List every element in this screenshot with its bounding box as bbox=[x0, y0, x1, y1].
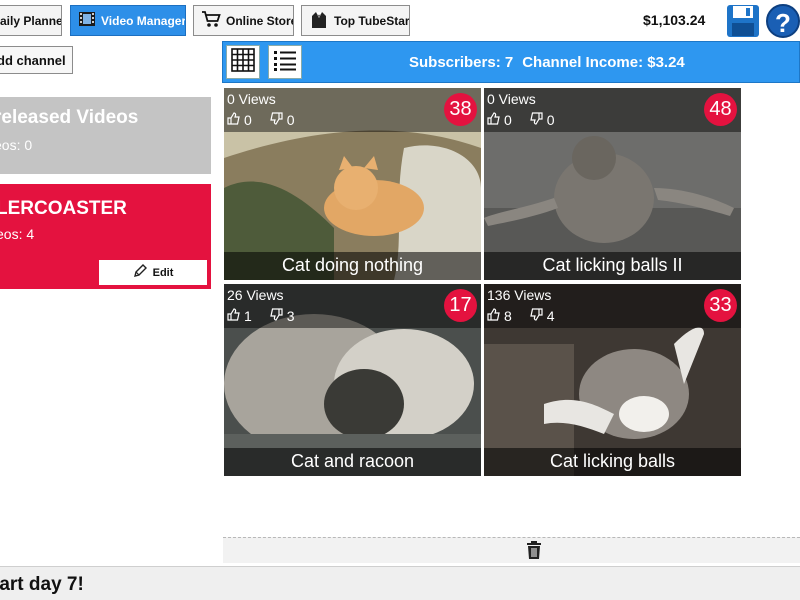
help-button[interactable]: ? bbox=[766, 4, 800, 38]
video-dislikes: 3 bbox=[286, 308, 295, 324]
tuxedo-icon bbox=[309, 9, 329, 32]
thumbs-down-icon bbox=[270, 308, 283, 324]
video-quality-badge: 48 bbox=[704, 93, 737, 126]
thumbs-up-icon bbox=[227, 112, 240, 128]
channel-stats: Subscribers: 7 Channel Income: $3.24 bbox=[409, 54, 694, 71]
video-title: Cat licking balls bbox=[549, 451, 676, 471]
thumbs-down-icon bbox=[530, 308, 543, 324]
video-dislikes: 0 bbox=[286, 112, 295, 128]
video-ratings: 1 3 bbox=[227, 308, 295, 324]
cart-icon bbox=[201, 10, 221, 31]
nav-top-tubestars-label: Top TubeStars bbox=[334, 13, 410, 28]
thumbs-up-icon bbox=[487, 308, 500, 324]
video-views: 0 Views bbox=[227, 91, 276, 107]
nav-video-manager[interactable]: Video Manager bbox=[70, 5, 186, 36]
video-toolbar: Subscribers: 7 Channel Income: $3.24 bbox=[222, 41, 800, 83]
help-icon: ? bbox=[775, 8, 791, 38]
grid-view-icon bbox=[230, 47, 256, 78]
list-view-icon bbox=[272, 47, 298, 78]
video-title: Cat licking balls II bbox=[542, 255, 683, 275]
grid-view-button[interactable] bbox=[226, 45, 260, 79]
video-views: 26 Views bbox=[227, 287, 284, 303]
video-ratings: 0 0 bbox=[227, 112, 295, 128]
nav-top-tubestars[interactable]: Top TubeStars bbox=[301, 5, 410, 36]
thumbs-up-icon bbox=[227, 308, 240, 324]
video-quality-badge: 38 bbox=[444, 93, 477, 126]
thumbs-down-icon bbox=[530, 112, 543, 128]
video-title: Cat doing nothing bbox=[281, 255, 424, 275]
footer-bar: tart day 7! bbox=[0, 566, 800, 600]
video-tile[interactable]: 26 Views 1 3 17 Cat and racoon bbox=[224, 284, 481, 476]
video-title: Cat and racoon bbox=[290, 451, 415, 471]
video-quality-badge: 17 bbox=[444, 289, 477, 322]
save-button[interactable] bbox=[726, 4, 760, 38]
pencil-icon bbox=[133, 264, 147, 281]
channel-video-count: eos: 0 bbox=[0, 137, 33, 153]
channel-card-rollercoaster[interactable]: LERCOASTER eos: 4 Edit bbox=[0, 184, 211, 289]
channel-income: Channel Income: $3.24 bbox=[522, 54, 685, 71]
nav-daily-planner[interactable]: aily Planner bbox=[0, 5, 62, 36]
edit-channel-button[interactable]: Edit bbox=[99, 260, 207, 285]
video-likes: 0 bbox=[244, 112, 252, 128]
video-likes: 1 bbox=[244, 308, 252, 324]
channel-card-unreleased[interactable]: released Videos eos: 0 bbox=[0, 97, 211, 174]
video-ratings: 8 4 bbox=[487, 308, 555, 324]
channel-name: released Videos bbox=[0, 107, 139, 128]
nav-video-manager-label: Video Manager bbox=[101, 13, 186, 28]
video-views: 0 Views bbox=[487, 91, 536, 107]
thumbs-down-icon bbox=[270, 112, 283, 128]
add-channel-label: dd channel bbox=[0, 52, 66, 68]
video-dislikes: 0 bbox=[546, 112, 555, 128]
video-ratings: 0 0 bbox=[487, 112, 555, 128]
subscribers-count: Subscribers: 7 bbox=[409, 54, 514, 71]
video-tile[interactable]: 0 Views 0 0 48 Cat licking balls II bbox=[484, 88, 741, 280]
money-balance: $1,103.24 bbox=[643, 12, 706, 28]
video-quality-badge: 33 bbox=[704, 289, 737, 322]
channel-name: LERCOASTER bbox=[0, 198, 127, 219]
channel-video-count: eos: 4 bbox=[0, 226, 35, 242]
video-likes: 8 bbox=[504, 308, 512, 324]
video-likes: 0 bbox=[504, 112, 512, 128]
trash-icon bbox=[525, 540, 543, 565]
start-day-button[interactable]: tart day 7! bbox=[0, 574, 84, 596]
floppy-disk-icon bbox=[726, 5, 760, 42]
video-views: 136 Views bbox=[487, 287, 552, 303]
list-view-button[interactable] bbox=[268, 45, 302, 79]
trash-drop-zone[interactable] bbox=[223, 537, 800, 563]
nav-online-store-label: Online Store bbox=[226, 13, 294, 28]
nav-online-store[interactable]: Online Store bbox=[193, 5, 294, 36]
thumbs-up-icon bbox=[487, 112, 500, 128]
nav-daily-planner-label: aily Planner bbox=[0, 13, 62, 28]
video-tile[interactable]: 136 Views 8 4 33 Cat licking balls bbox=[484, 284, 741, 476]
film-icon bbox=[78, 11, 96, 30]
video-tile[interactable]: 0 Views 0 0 38 Cat doing nothing bbox=[224, 88, 481, 280]
video-dislikes: 4 bbox=[546, 308, 555, 324]
edit-label: Edit bbox=[152, 266, 174, 279]
add-channel-button[interactable]: dd channel bbox=[0, 46, 73, 74]
